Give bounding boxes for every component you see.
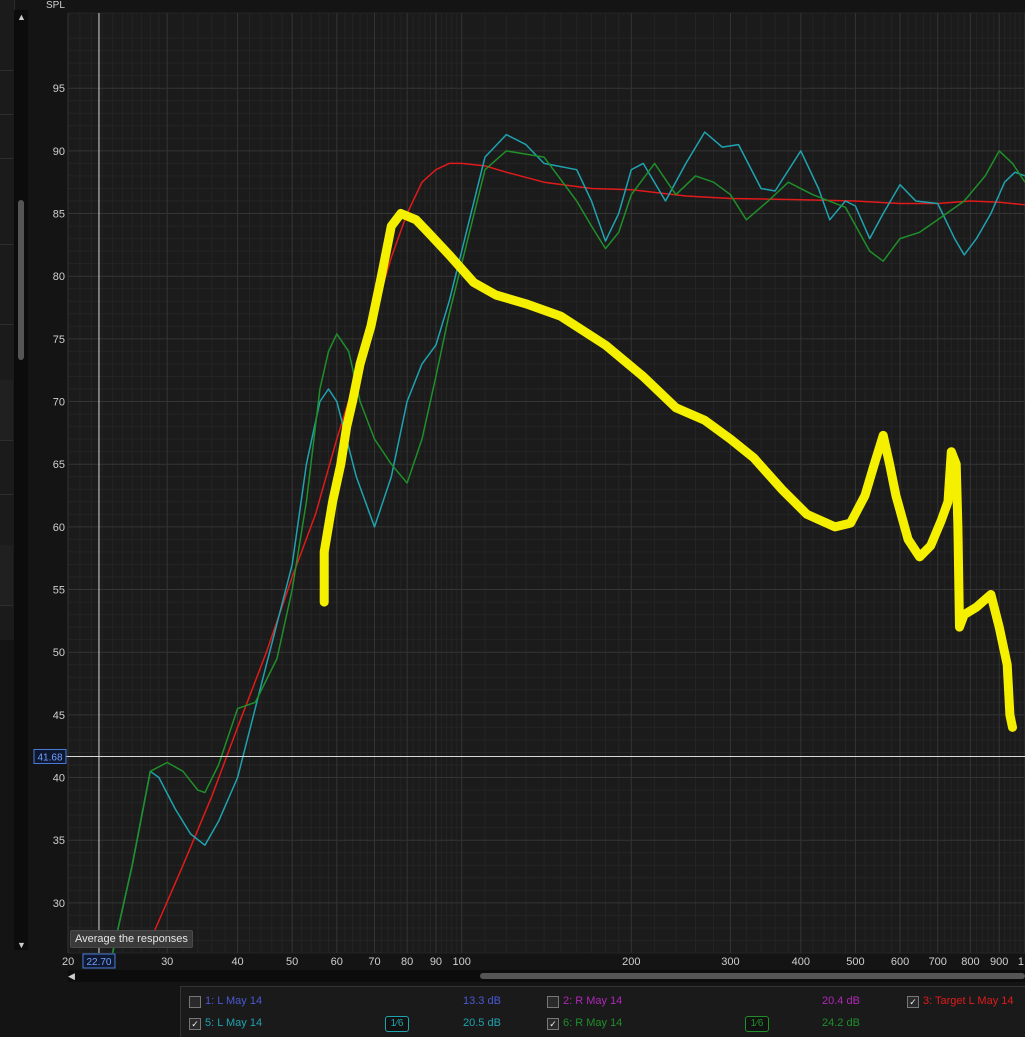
legend-value-1: 13.3 dB: [463, 995, 501, 1007]
legend-checkbox-5[interactable]: ✓: [189, 1018, 201, 1030]
y-tick-label: 35: [53, 835, 65, 847]
scroll-left-icon[interactable]: ◀: [68, 971, 75, 981]
x-tick-label: 40: [231, 956, 243, 968]
x-tick-label: 90: [430, 956, 442, 968]
legend-checkbox-6[interactable]: ✓: [547, 1018, 559, 1030]
x-tick-label: 50: [286, 956, 298, 968]
frequency-response-chart[interactable]: 30 35 40 45 50 55 60 65 70 75 80 85 90 95 20 30 40 50 60 7…: [0, 0, 1025, 970]
smoothing-value-5[interactable]: 1⁄6: [384, 1016, 410, 1032]
y-tick-label: 65: [53, 459, 65, 471]
y-tick-label: 90: [53, 146, 65, 158]
smoothing-value-6[interactable]: 1⁄6: [744, 1016, 770, 1032]
legend-label-1[interactable]: 1: L May 14: [205, 995, 262, 1007]
smoothing-control-6[interactable]: 1⁄6: [737, 1016, 777, 1032]
legend-label-6[interactable]: 6: R May 14: [563, 1017, 622, 1029]
horizontal-scrollbar[interactable]: [68, 970, 1025, 982]
x-tick-label: 200: [622, 956, 640, 968]
legend-label-2[interactable]: 2: R May 14: [563, 995, 622, 1007]
x-tick-label: 700: [929, 956, 947, 968]
x-tick-label: 80: [401, 956, 413, 968]
y-tick-label: 40: [53, 773, 65, 785]
x-tick-label: 1: [1018, 956, 1024, 968]
x-tick-label: 400: [792, 956, 810, 968]
x-tick-label: 100: [453, 956, 471, 968]
x-tick-label: 600: [891, 956, 909, 968]
legend-checkbox-2[interactable]: [547, 996, 559, 1008]
x-tick-label: 300: [721, 956, 739, 968]
y-tick-label: 75: [53, 334, 65, 346]
y-tick-label: 30: [53, 898, 65, 910]
cursor-x-readout: 22.70: [86, 957, 111, 968]
tooltip: Average the responses: [70, 930, 193, 948]
legend-value-6: 24.2 dB: [822, 1017, 860, 1029]
x-tick-label: 800: [961, 956, 979, 968]
legend-checkbox-1[interactable]: [189, 996, 201, 1008]
legend-label-5[interactable]: 5: L May 14: [205, 1017, 262, 1029]
legend-value-5: 20.5 dB: [463, 1017, 501, 1029]
cursor-y-readout: 41.68: [37, 752, 62, 763]
x-tick-label: 500: [846, 956, 864, 968]
y-tick-label: 70: [53, 397, 65, 409]
y-tick-label: 50: [53, 647, 65, 659]
measurement-legend: 1: L May 14 13.3 dB 2: R May 14 20.4 dB …: [180, 986, 1025, 1037]
x-tick-label: 20: [62, 956, 74, 968]
x-tick-label: 60: [331, 956, 343, 968]
x-tick-label: 70: [368, 956, 380, 968]
x-tick-label: 30: [161, 956, 173, 968]
legend-checkbox-3[interactable]: ✓: [907, 996, 919, 1008]
smoothing-control-5[interactable]: 1⁄6: [377, 1016, 417, 1032]
y-tick-label: 45: [53, 710, 65, 722]
legend-label-3[interactable]: 3: Target L May 14: [923, 995, 1014, 1007]
hand-drawn-annotation: [319, 209, 1017, 732]
y-tick-label: 95: [53, 83, 65, 95]
horizontal-scroll-thumb[interactable]: [480, 973, 1025, 979]
y-tick-label: 55: [53, 585, 65, 597]
y-tick-label: 80: [53, 271, 65, 283]
x-tick-label: 900: [990, 956, 1008, 968]
y-tick-label: 60: [53, 522, 65, 534]
y-tick-label: 85: [53, 209, 65, 221]
legend-value-2: 20.4 dB: [822, 995, 860, 1007]
